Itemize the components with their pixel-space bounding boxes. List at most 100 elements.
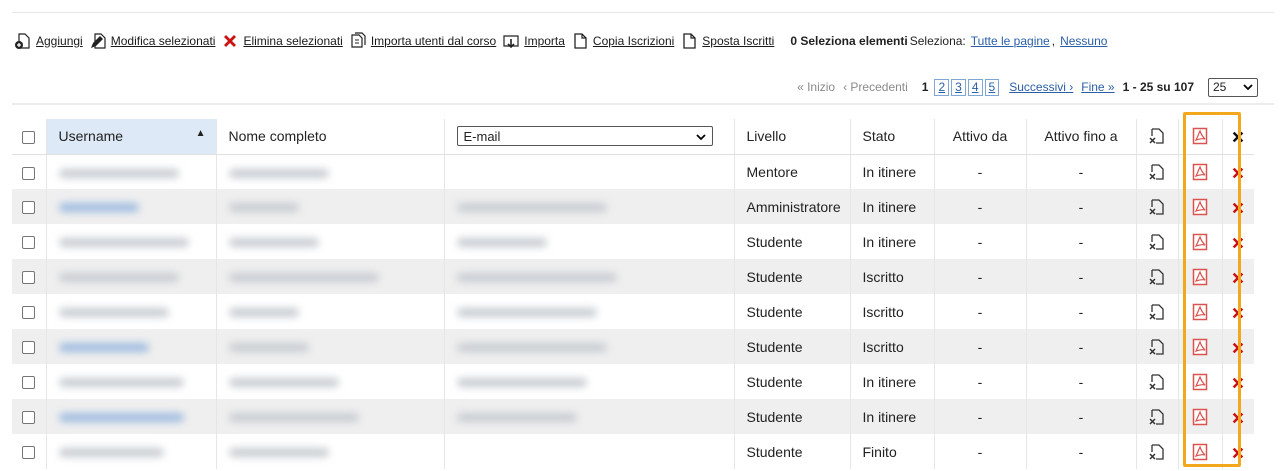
table-row[interactable]: Studente In itinere - -	[12, 224, 1254, 259]
move-action[interactable]: Sposta Iscritti	[680, 32, 774, 50]
delete-x-icon[interactable]	[1231, 411, 1245, 425]
delete-x-icon[interactable]	[1231, 166, 1245, 180]
table-row[interactable]: Studente In itinere - -	[12, 399, 1254, 434]
email-cell	[444, 434, 735, 469]
document-x-icon[interactable]	[1149, 268, 1165, 286]
table-row[interactable]: Studente In itinere - -	[12, 364, 1254, 399]
redacted-fullname	[228, 308, 299, 318]
row-checkbox[interactable]	[22, 446, 36, 460]
table-row[interactable]: Mentore In itinere - -	[12, 154, 1254, 189]
page-link[interactable]: 4	[967, 78, 983, 96]
pdf-icon[interactable]	[1192, 268, 1208, 286]
add-link[interactable]: Aggiungi	[36, 34, 83, 48]
page-link[interactable]: 3	[951, 78, 966, 96]
row-checkbox[interactable]	[22, 236, 36, 250]
import-link[interactable]: Importa	[524, 34, 565, 48]
pdf-icon[interactable]	[1192, 127, 1208, 145]
add-action[interactable]: Aggiungi	[14, 32, 83, 50]
column-select[interactable]: E-mail	[456, 126, 713, 147]
row-checkbox[interactable]	[22, 271, 36, 285]
fullname-header[interactable]: Nome completo	[216, 119, 445, 155]
document-x-icon[interactable]	[1149, 233, 1165, 251]
delete-x-icon	[221, 32, 239, 50]
delete-x-icon[interactable]	[1231, 271, 1245, 285]
username-header[interactable]: Username ▲	[46, 119, 217, 155]
active-until-header[interactable]: Attivo fino a	[1026, 119, 1137, 155]
delete-x-icon[interactable]	[1231, 341, 1245, 355]
row-icon-cell	[1222, 364, 1254, 399]
state-cell: Finito	[850, 434, 935, 469]
table-row[interactable]: Studente Finito - -	[12, 434, 1254, 469]
row-checkbox[interactable]	[22, 341, 36, 355]
document-x-icon[interactable]	[1149, 338, 1165, 356]
per-page-select[interactable]: 25	[1208, 77, 1258, 97]
delete-x-icon[interactable]	[1231, 446, 1245, 460]
document-x-icon[interactable]	[1149, 163, 1165, 181]
pdf-icon[interactable]	[1192, 338, 1208, 356]
document-x-icon[interactable]	[1149, 198, 1165, 216]
redacted-fullname	[228, 448, 329, 458]
active-from-cell: -	[934, 294, 1027, 329]
per-page-value: 25	[1213, 80, 1227, 94]
row-checkbox[interactable]	[22, 201, 36, 215]
document-x-icon[interactable]	[1149, 373, 1165, 391]
username-cell	[46, 294, 217, 329]
level-cell: Studente	[734, 294, 851, 329]
fullname-cell	[216, 434, 445, 469]
next-page[interactable]: Successivi ›	[1009, 80, 1073, 94]
pdf-icon[interactable]	[1192, 443, 1208, 461]
redacted-username	[58, 308, 169, 318]
document-x-icon[interactable]	[1149, 127, 1165, 145]
state-header[interactable]: Stato	[850, 119, 935, 155]
page-link[interactable]: 5	[984, 78, 1000, 96]
state-cell: Iscritto	[850, 294, 935, 329]
email-cell	[444, 189, 735, 224]
move-link[interactable]: Sposta Iscritti	[702, 34, 774, 48]
delete-x-icon[interactable]	[1231, 306, 1245, 320]
table-row[interactable]: Studente Iscritto - -	[12, 294, 1254, 329]
import-course-link[interactable]: Importa utenti dal corso	[371, 34, 496, 48]
select-none-link[interactable]: Nessuno	[1060, 34, 1107, 48]
row-checkbox[interactable]	[22, 306, 36, 320]
import-icon	[502, 32, 520, 50]
copy-action[interactable]: Copia Iscrizioni	[571, 32, 674, 50]
document-x-icon[interactable]	[1149, 408, 1165, 426]
username-cell	[46, 154, 217, 189]
pdf-icon[interactable]	[1192, 408, 1208, 426]
edit-link[interactable]: Modifica selezionati	[111, 34, 216, 48]
active-from-cell: -	[934, 329, 1027, 364]
delete-x-icon[interactable]	[1231, 130, 1245, 144]
document-x-icon[interactable]	[1149, 303, 1165, 321]
delete-x-icon[interactable]	[1231, 201, 1245, 215]
import-course-action[interactable]: Importa utenti dal corso	[349, 32, 496, 50]
pdf-icon[interactable]	[1192, 163, 1208, 181]
last-page[interactable]: Fine »	[1081, 80, 1114, 94]
import-action[interactable]: Importa	[502, 32, 565, 50]
row-checkbox[interactable]	[22, 166, 36, 180]
table-row[interactable]: Studente Iscritto - -	[12, 329, 1254, 364]
row-checkbox[interactable]	[22, 411, 36, 425]
pdf-icon[interactable]	[1192, 373, 1208, 391]
active-from-header[interactable]: Attivo da	[934, 119, 1027, 155]
level-header[interactable]: Livello	[734, 119, 851, 155]
page-link[interactable]: 2	[934, 78, 950, 96]
delete-x-icon[interactable]	[1231, 236, 1245, 250]
row-checkbox[interactable]	[22, 376, 36, 390]
select-all-checkbox[interactable]	[22, 131, 36, 145]
selection-count: 0 Seleziona elementi	[790, 34, 908, 48]
edit-action[interactable]: Modifica selezionati	[89, 32, 216, 50]
table-row[interactable]: Amministratore In itinere - -	[12, 189, 1254, 224]
state-cell: Iscritto	[850, 329, 935, 364]
delete-action[interactable]: Elimina selezionati	[221, 32, 343, 50]
copy-link[interactable]: Copia Iscrizioni	[593, 34, 674, 48]
document-x-icon[interactable]	[1149, 443, 1165, 461]
table-row[interactable]: Studente Iscritto - -	[12, 259, 1254, 294]
pdf-icon[interactable]	[1192, 198, 1208, 216]
delete-x-icon[interactable]	[1231, 376, 1245, 390]
redacted-username	[58, 343, 149, 353]
pdf-icon[interactable]	[1192, 303, 1208, 321]
redacted-fullname	[228, 343, 309, 353]
pdf-icon[interactable]	[1192, 233, 1208, 251]
select-all-link[interactable]: Tutte le pagine	[971, 34, 1050, 48]
delete-link[interactable]: Elimina selezionati	[243, 34, 342, 48]
